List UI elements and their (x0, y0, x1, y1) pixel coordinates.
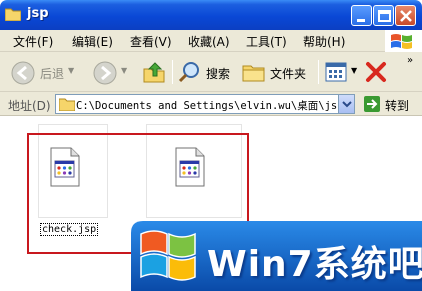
toolbar-separator (318, 60, 319, 84)
folder-icon (5, 8, 21, 21)
back-label: 后退 (40, 67, 65, 81)
close-icon (400, 10, 412, 22)
views-dropdown-icon: ▼ (351, 66, 358, 75)
folder-icon (59, 98, 75, 111)
menu-tools[interactable]: 工具(T) (246, 33, 287, 50)
go-label: 转到 (385, 99, 410, 113)
windows-logo (385, 30, 422, 52)
watermark-text: Win7系统吧 (207, 244, 422, 285)
views-icon (325, 62, 347, 82)
folders-label: 文件夹 (270, 67, 307, 81)
menu-bar: 文件(F) 编辑(E) 查看(V) 收藏(A) 工具(T) 帮助(H) (0, 30, 422, 52)
up-folder-button[interactable] (141, 52, 167, 92)
menu-view[interactable]: 查看(V) (130, 33, 172, 50)
search-button[interactable]: 搜索 (178, 52, 234, 92)
folders-button[interactable]: 文件夹 (242, 52, 312, 92)
delete-button[interactable] (364, 52, 390, 92)
toolbar: 后退 ▼ ▼ 搜索 文件夹 ▼ » (0, 52, 422, 92)
delete-x-icon (366, 62, 386, 82)
maximize-icon (378, 10, 391, 22)
watermark: Win7系统吧 (131, 221, 422, 291)
address-dropdown-button[interactable] (338, 95, 354, 113)
forward-button[interactable]: ▼ (92, 52, 132, 92)
address-input[interactable]: C:\Documents and Settings\elvin.wu\桌面\js… (55, 94, 355, 114)
forward-arrow-icon (93, 61, 117, 85)
address-path: C:\Documents and Settings\elvin.wu\桌面\js… (76, 100, 344, 112)
views-button[interactable]: ▼ (325, 52, 359, 92)
windows-flag-icon (391, 34, 412, 49)
go-arrow-icon (364, 96, 380, 112)
window-title: jsp (27, 6, 49, 21)
back-dropdown-icon[interactable]: ▼ (68, 66, 74, 75)
search-label: 搜索 (206, 67, 231, 81)
address-bar: 地址(D) C:\Documents and Settings\elvin.wu… (0, 92, 422, 116)
forward-dropdown-icon[interactable]: ▼ (121, 66, 127, 75)
menu-favorites[interactable]: 收藏(A) (188, 33, 230, 50)
minimize-button[interactable] (351, 5, 372, 26)
back-button[interactable]: 后退 ▼ (10, 52, 74, 92)
search-icon (178, 62, 199, 83)
menu-edit[interactable]: 编辑(E) (72, 33, 113, 50)
title-bar[interactable]: jsp (0, 0, 422, 30)
windows-flag-icon (140, 230, 196, 281)
menu-help[interactable]: 帮助(H) (303, 33, 345, 50)
toolbar-more-icon[interactable]: » (407, 55, 413, 66)
chevron-down-icon (342, 101, 352, 108)
back-arrow-icon (11, 61, 35, 85)
address-label: 地址(D) (8, 99, 51, 113)
minimize-icon (357, 19, 365, 22)
go-button[interactable]: 转到 (361, 95, 422, 113)
menu-file[interactable]: 文件(F) (13, 33, 53, 50)
maximize-button[interactable] (373, 5, 394, 26)
folders-icon (242, 65, 265, 82)
close-button[interactable] (395, 5, 416, 26)
up-folder-icon (143, 62, 165, 83)
toolbar-separator (172, 60, 173, 84)
